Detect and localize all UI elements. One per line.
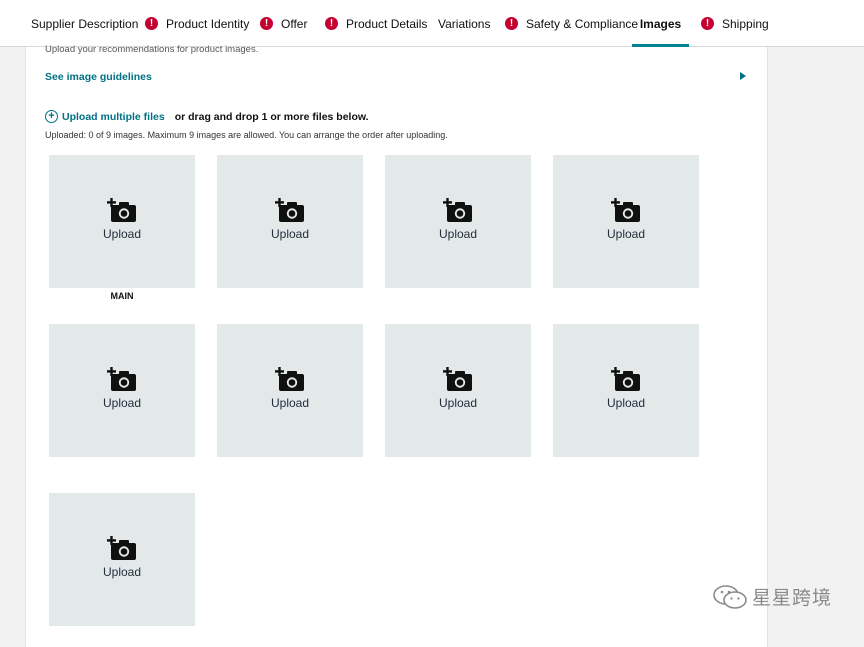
images-section-card: Upload your recommendations for product …: [25, 44, 768, 647]
tab-label: Safety & Compliance: [526, 16, 639, 31]
tab-label: Images: [639, 16, 682, 31]
exclamation-circle-icon: !: [701, 17, 714, 30]
section-intro-text: Upload your recommendations for product …: [45, 44, 259, 55]
wechat-icon: [713, 584, 747, 609]
slot-upload-label: Upload: [270, 396, 310, 410]
caret-right-icon[interactable]: [740, 72, 746, 80]
tab-label: Product Identity: [166, 16, 250, 31]
slot-upload-label: Upload: [102, 565, 142, 579]
tab-label: Variations: [438, 16, 491, 31]
tab-safety-compliance[interactable]: ! Safety & Compliance: [505, 0, 638, 47]
add-photo-camera-icon: [107, 198, 136, 222]
add-photo-camera-icon: [611, 367, 640, 391]
tab-label: Shipping: [722, 16, 769, 31]
slot-upload-label: Upload: [606, 396, 646, 410]
image-upload-slot[interactable]: Upload: [217, 155, 363, 288]
tab-label: Product Details: [346, 16, 428, 31]
image-upload-slot[interactable]: Upload: [385, 324, 531, 457]
slot-upload-label: Upload: [438, 227, 478, 241]
image-upload-slot[interactable]: Upload: [217, 324, 363, 457]
drag-drop-hint: or drag and drop 1 or more files below.: [174, 110, 369, 123]
tab-label: Supplier Description: [31, 16, 139, 31]
image-guidelines-link[interactable]: See image guidelines: [45, 71, 152, 83]
image-upload-slot[interactable]: Upload: [49, 493, 195, 626]
add-photo-camera-icon: [611, 198, 640, 222]
image-upload-slot[interactable]: Upload: [553, 324, 699, 457]
tab-images[interactable]: Images: [632, 0, 689, 47]
tab-offer[interactable]: ! Offer: [260, 0, 307, 47]
slot-upload-label: Upload: [102, 227, 142, 241]
exclamation-circle-icon: !: [505, 17, 518, 30]
add-photo-camera-icon: [275, 367, 304, 391]
tab-supplier-description[interactable]: Supplier Description: [31, 0, 138, 47]
slot-upload-label: Upload: [606, 227, 646, 241]
add-photo-camera-icon: [443, 367, 472, 391]
plus-circle-icon[interactable]: +: [45, 110, 58, 123]
exclamation-circle-icon: !: [325, 17, 338, 30]
slot-upload-label: Upload: [438, 396, 478, 410]
upload-row: + Upload multiple files or drag and drop…: [45, 110, 369, 123]
watermark: 星星跨境: [712, 583, 832, 610]
main-image-label: MAIN: [110, 291, 134, 301]
image-upload-slot[interactable]: Upload: [385, 155, 531, 288]
slot-upload-label: Upload: [270, 227, 310, 241]
tab-label: Offer: [281, 16, 308, 31]
exclamation-circle-icon: !: [260, 17, 273, 30]
upload-counter-text: Uploaded: 0 of 9 images. Maximum 9 image…: [45, 130, 448, 140]
add-photo-camera-icon: [107, 367, 136, 391]
upload-multiple-files-link[interactable]: Upload multiple files: [62, 111, 165, 123]
section-tab-bar: Supplier Description ! Product Identity …: [0, 0, 864, 47]
tab-product-details[interactable]: ! Product Details: [325, 0, 427, 47]
tab-shipping[interactable]: ! Shipping: [701, 0, 769, 47]
add-photo-camera-icon: [443, 198, 472, 222]
watermark-text: 星星跨境: [752, 588, 833, 609]
image-upload-slot[interactable]: Upload: [553, 155, 699, 288]
add-photo-camera-icon: [275, 198, 304, 222]
image-upload-slot[interactable]: Upload: [49, 324, 195, 457]
image-upload-slot[interactable]: Upload: [49, 155, 195, 288]
add-photo-camera-icon: [107, 536, 136, 560]
tab-product-identity[interactable]: ! Product Identity: [145, 0, 249, 47]
exclamation-circle-icon: !: [145, 17, 158, 30]
tab-variations[interactable]: Variations: [438, 0, 490, 47]
slot-upload-label: Upload: [102, 396, 142, 410]
